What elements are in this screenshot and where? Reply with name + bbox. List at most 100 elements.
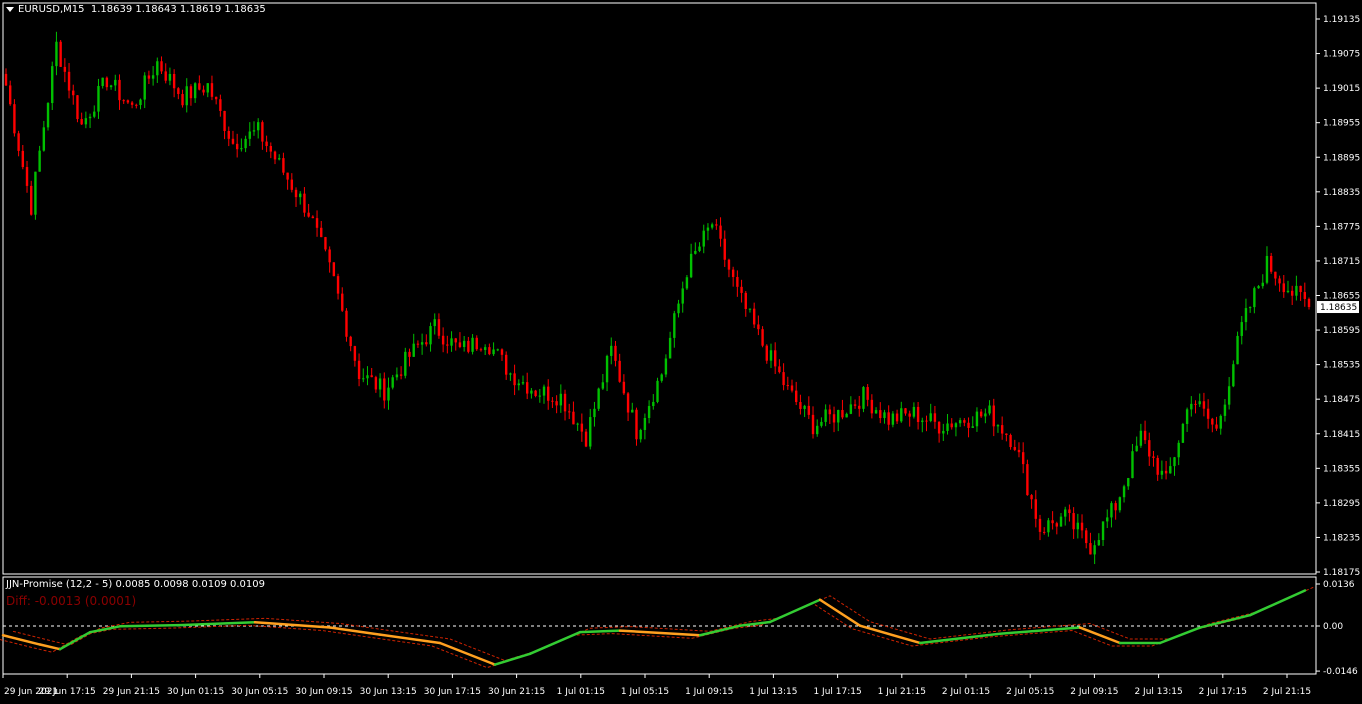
candle-body	[17, 133, 20, 151]
candle-body	[879, 410, 882, 419]
indicator-main-line	[1248, 589, 1307, 617]
candle-body	[1169, 466, 1172, 474]
candle-body	[975, 411, 979, 427]
candle-body	[1080, 522, 1084, 531]
candle-body	[795, 390, 798, 403]
candle-body	[366, 375, 369, 379]
time-axis-label: 30 Jun 13:15	[360, 687, 417, 697]
candle-body	[572, 411, 575, 425]
candle-body	[265, 141, 268, 147]
candle-body	[702, 230, 705, 247]
candle-body	[715, 224, 718, 226]
candle-body	[963, 420, 966, 423]
candle-body	[765, 345, 768, 361]
price-axis-label: 1.18295	[1323, 499, 1360, 509]
indicator-main-line	[438, 641, 497, 666]
indicator-main-line	[528, 630, 582, 656]
candle-body	[290, 179, 294, 190]
candle-body	[467, 340, 470, 352]
symbol-info: EURUSD,M15 1.18639 1.18643 1.18619 1.186…	[18, 4, 266, 15]
candle-body	[816, 425, 819, 435]
candle-body	[261, 122, 264, 142]
price-axis-label: 1.18235	[1323, 533, 1360, 543]
indicator-main-line	[58, 630, 92, 651]
candle-body	[580, 423, 584, 432]
candle-body	[164, 71, 167, 81]
indicator-main-line	[858, 624, 922, 645]
candle-body	[479, 349, 483, 351]
candle-body	[458, 342, 462, 347]
candle-body	[122, 100, 125, 102]
time-axis-label: 30 Jun 05:15	[231, 687, 288, 697]
candle-body	[769, 350, 773, 361]
candle-body	[227, 130, 230, 139]
candle-body	[984, 413, 987, 417]
indicator-title: JJN-Promise (12,2 - 5) 0.0085 0.0098 0.0…	[6, 579, 265, 590]
candle-body	[454, 338, 457, 343]
candle-body	[967, 422, 970, 428]
candle-body	[1265, 255, 1269, 283]
candle-body	[320, 227, 323, 238]
price-axis-label: 1.18595	[1323, 326, 1360, 336]
indicator-main-line	[768, 598, 822, 624]
candle-body	[156, 61, 159, 76]
candle-body	[168, 73, 172, 81]
candle-body	[992, 405, 995, 427]
candle-body	[198, 83, 201, 90]
candle-body	[294, 189, 298, 198]
candle-body	[370, 375, 373, 378]
price-axis-label: 1.19135	[1323, 15, 1360, 25]
candle-body	[1232, 364, 1235, 387]
candle-body	[660, 374, 663, 381]
indicator-signal-line	[0, 593, 1298, 669]
candle-body	[681, 288, 684, 304]
candle-body	[269, 146, 273, 152]
chart-canvas[interactable]: 1.19135 1.19075 1.19015 1.18955 1.18895 1.188…	[0, 0, 1362, 700]
candle-body	[252, 130, 256, 132]
candle-body	[76, 95, 79, 120]
candle-body	[1106, 517, 1109, 522]
candle-body	[1240, 322, 1243, 336]
indicator-axis-label: -0.0146	[1323, 667, 1358, 677]
candle-body	[568, 411, 571, 413]
price-axis-label: 1.19075	[1323, 50, 1360, 60]
candle-body	[618, 360, 621, 382]
candle-body	[332, 262, 336, 277]
candle-body	[1051, 520, 1054, 524]
candle-body	[1152, 456, 1155, 458]
candle-body	[55, 41, 58, 67]
candle-body	[88, 116, 92, 119]
candle-body	[437, 319, 441, 336]
price-axis-label: 1.18535	[1323, 361, 1360, 371]
candle-body	[1064, 509, 1067, 517]
candle-body	[958, 420, 962, 424]
candle-body	[93, 111, 96, 117]
candle-body	[912, 406, 916, 417]
candle-body	[1248, 307, 1252, 309]
candle-body	[1160, 470, 1164, 475]
candle-body	[307, 212, 310, 217]
indicator-main-line	[118, 623, 182, 628]
candle-body	[1030, 495, 1033, 500]
candle-body	[555, 401, 558, 406]
indicator-main-line	[578, 629, 622, 634]
candle-body	[1156, 457, 1159, 475]
candle-body	[349, 336, 352, 347]
candle-body	[782, 372, 785, 386]
candle-body	[97, 85, 100, 112]
indicator-main-line	[493, 652, 532, 666]
candle-body	[1181, 423, 1185, 443]
candle-body	[214, 96, 218, 100]
time-axis-label: 2 Jul 09:15	[1070, 687, 1118, 697]
chart-window[interactable]: 1.19135 1.19075 1.19015 1.18955 1.18895 1.188…	[0, 0, 1362, 704]
indicator-main-line	[178, 621, 257, 627]
candle-body	[1055, 523, 1059, 527]
candle-body	[425, 342, 428, 345]
candle-body	[849, 404, 853, 414]
candle-body	[387, 387, 390, 401]
dropdown-triangle-icon[interactable]	[6, 6, 14, 12]
candle-body	[357, 360, 361, 380]
candle-body	[1303, 292, 1306, 299]
time-axis-label: 1 Jul 21:15	[878, 687, 926, 697]
candle-body	[1093, 545, 1096, 555]
